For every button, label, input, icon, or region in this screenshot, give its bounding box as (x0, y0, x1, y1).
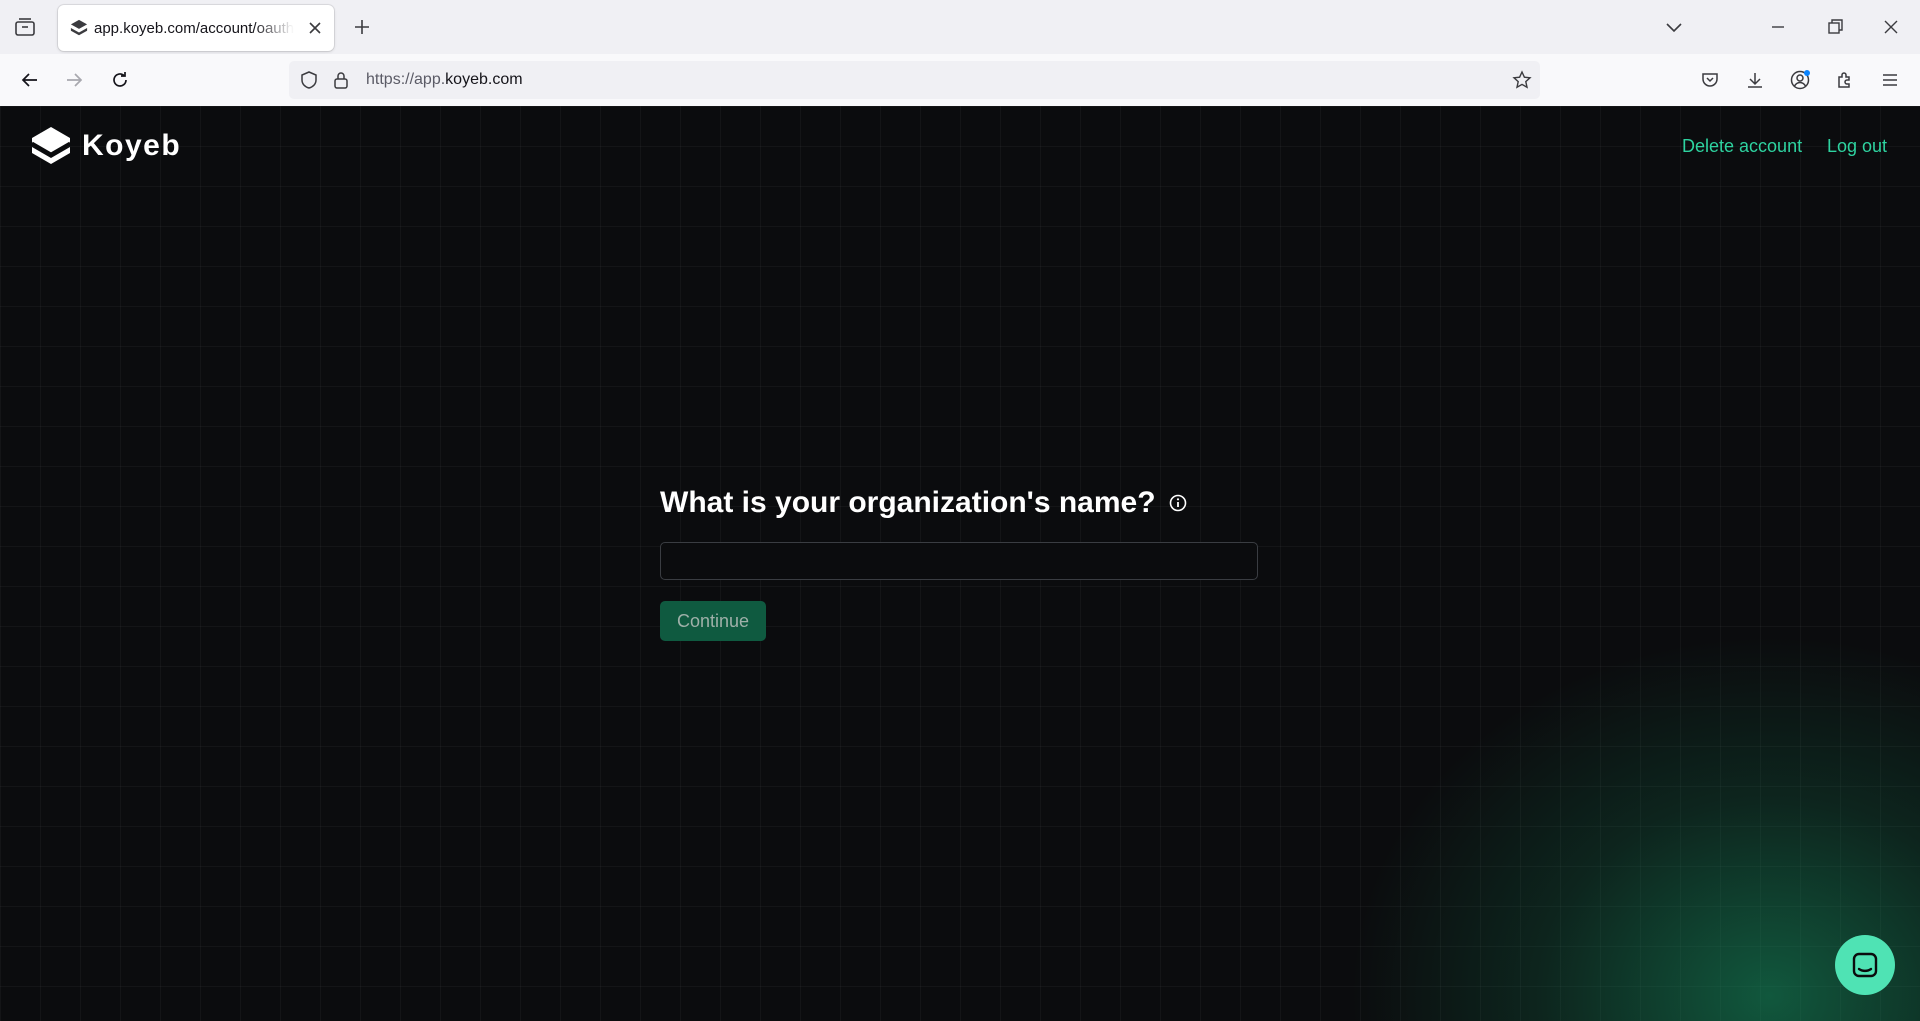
reload-button[interactable] (102, 62, 138, 98)
koyeb-favicon-icon (70, 19, 88, 36)
logo-text: Koyeb (82, 129, 182, 162)
url-bar[interactable]: https://app.koyeb.com (289, 61, 1540, 99)
forward-arrow-icon (67, 73, 83, 87)
pocket-icon (1702, 73, 1718, 87)
minimize-icon[interactable] (1768, 17, 1788, 42)
back-button[interactable] (12, 62, 48, 98)
koyeb-logo-icon (31, 127, 71, 164)
lock-icon[interactable] (332, 70, 350, 90)
chat-launcher-button[interactable] (1835, 935, 1895, 995)
menu-icon (1883, 74, 1897, 86)
extensions-button[interactable] (1827, 62, 1863, 98)
reload-icon (113, 72, 127, 87)
forward-button[interactable] (56, 62, 92, 98)
delete-account-link[interactable]: Delete account (1682, 136, 1802, 157)
browser-tab-bar: app.koyeb.com/account/oauth/ (0, 0, 1920, 54)
browser-nav-bar: https://app.koyeb.com (0, 54, 1920, 107)
star-icon[interactable] (1512, 70, 1532, 90)
continue-button[interactable]: Continue (660, 601, 766, 641)
url-scheme: https://app. (366, 71, 446, 88)
tab-title: app.koyeb.com/account/oauth/ (94, 20, 294, 37)
plus-icon[interactable] (352, 17, 372, 42)
download-icon (1748, 73, 1762, 88)
page-content: Koyeb Delete account Log out What is you… (0, 106, 1920, 1021)
organization-name-input[interactable] (660, 542, 1258, 580)
extensions-icon (1838, 72, 1850, 88)
url-text[interactable]: https://app.koyeb.com (366, 71, 523, 89)
chevron-down-icon[interactable] (1664, 17, 1684, 42)
koyeb-logo[interactable]: Koyeb (30, 125, 181, 167)
url-host: koyeb.com (445, 71, 523, 88)
account-button[interactable] (1782, 62, 1818, 98)
chat-icon (1852, 952, 1878, 978)
back-arrow-icon (21, 73, 37, 87)
account-icon (1790, 70, 1810, 90)
shield-icon[interactable] (299, 70, 319, 90)
downloads-button[interactable] (1737, 62, 1773, 98)
pocket-button[interactable] (1692, 62, 1728, 98)
logout-link[interactable]: Log out (1827, 136, 1887, 157)
tab-overview-icon[interactable] (14, 17, 36, 42)
restore-icon[interactable] (1825, 17, 1845, 42)
window-close-icon[interactable] (1881, 17, 1901, 42)
info-icon[interactable] (1168, 493, 1188, 513)
menu-button[interactable] (1872, 62, 1908, 98)
close-icon[interactable] (306, 19, 324, 37)
browser-tab-active[interactable]: app.koyeb.com/account/oauth/ (58, 5, 334, 51)
page-title: What is your organization's name? (660, 486, 1156, 519)
question-heading: What is your organization's name? (660, 486, 1188, 520)
